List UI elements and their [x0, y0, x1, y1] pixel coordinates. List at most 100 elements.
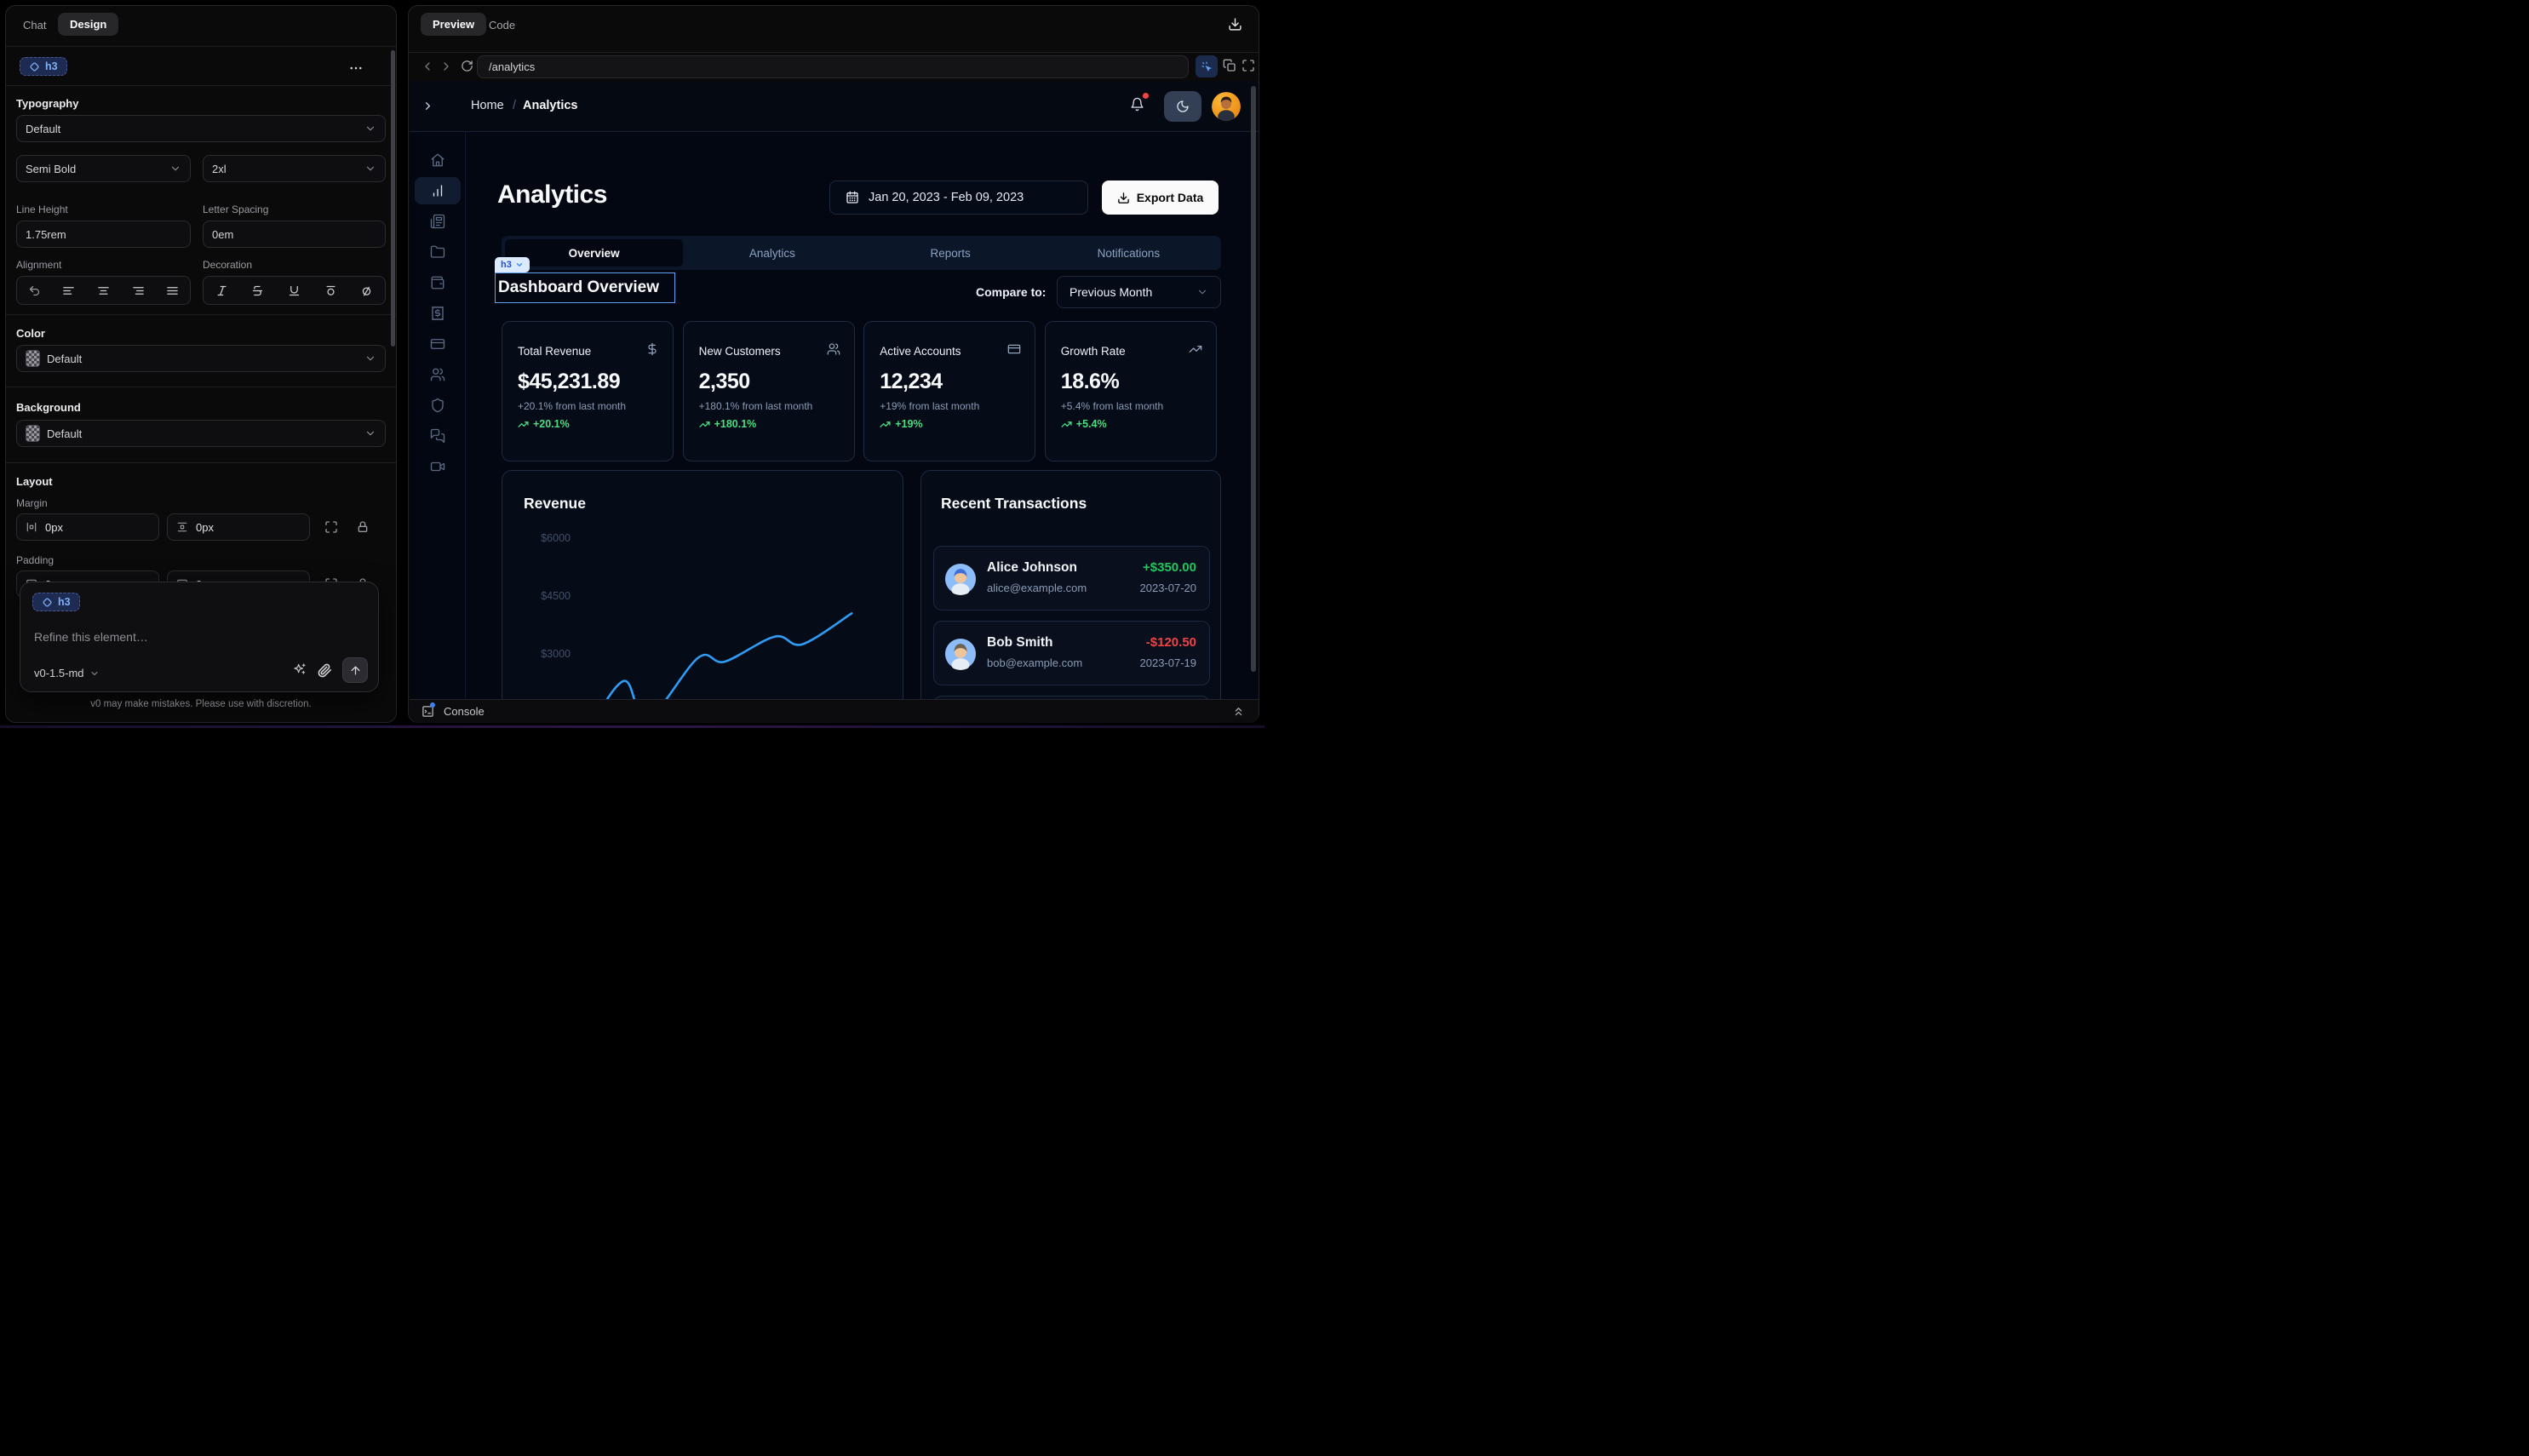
dashboard-tab-reports[interactable]: Reports [862, 239, 1040, 267]
sidebar-item-folder[interactable] [415, 238, 461, 266]
dashboard-tab-overview[interactable]: Overview [505, 239, 683, 267]
dark-mode-toggle[interactable] [1164, 91, 1201, 122]
sidebar-item-users[interactable] [415, 361, 461, 388]
transactions-title: Recent Transactions [941, 495, 1087, 513]
console-bar[interactable]: Console [410, 699, 1259, 723]
back-icon[interactable] [421, 60, 434, 73]
download-icon[interactable] [1228, 17, 1242, 32]
left-panel-scrollbar[interactable] [391, 50, 395, 347]
strikethrough-icon[interactable] [251, 284, 264, 297]
wallet-icon [430, 275, 445, 290]
user-avatar[interactable] [1212, 92, 1241, 121]
font-weight-select[interactable]: Semi Bold [16, 155, 191, 182]
composer-input[interactable]: Refine this element… [34, 630, 148, 644]
sidebar-item-home[interactable] [415, 146, 461, 174]
underline-icon[interactable] [288, 284, 301, 297]
bar-chart-icon [430, 183, 445, 198]
design-sidebar-panel: Chat Design h3 Typography Default Semi B… [5, 5, 397, 723]
margin-y-value: 0px [196, 521, 214, 534]
refresh-icon[interactable] [461, 60, 473, 72]
no-decoration-icon[interactable] [360, 284, 373, 297]
italic-icon[interactable] [215, 284, 228, 297]
stat-subtext: +20.1% from last month [518, 400, 626, 412]
sidebar-expand-icon[interactable] [422, 100, 434, 112]
date-range-button[interactable]: Jan 20, 2023 - Feb 09, 2023 [829, 181, 1088, 215]
chevrons-up-icon[interactable] [1232, 705, 1245, 718]
align-center-icon[interactable] [97, 284, 110, 297]
margin-y-input[interactable]: 0px [167, 513, 310, 541]
overline-icon[interactable] [324, 284, 337, 297]
forward-icon[interactable] [439, 60, 453, 73]
more-options-icon[interactable] [348, 60, 364, 76]
align-left-icon[interactable] [62, 284, 75, 297]
inspected-element-chip[interactable]: h3 [495, 257, 530, 272]
align-right-icon[interactable] [132, 284, 145, 297]
stat-label: Total Revenue [518, 345, 591, 358]
tab-design[interactable]: Design [58, 13, 118, 36]
line-height-input[interactable]: 1.75rem [16, 221, 191, 248]
transaction-name: Alice Johnson [987, 560, 1077, 576]
dashboard-tab-notifications[interactable]: Notifications [1040, 239, 1218, 267]
undo-icon[interactable] [28, 284, 41, 297]
line-height-label: Line Height [16, 203, 68, 215]
font-size-select[interactable]: 2xl [203, 155, 386, 182]
newspaper-icon [430, 214, 445, 229]
date-range-value: Jan 20, 2023 - Feb 09, 2023 [869, 191, 1024, 204]
model-select[interactable]: v0-1.5-md [34, 667, 100, 679]
selected-element-chip[interactable]: h3 [20, 57, 67, 76]
url-input[interactable]: /analytics [477, 55, 1189, 78]
tab-preview[interactable]: Preview [421, 13, 486, 36]
sparkles-icon[interactable] [293, 662, 307, 676]
fullscreen-icon[interactable] [1242, 59, 1255, 72]
console-label: Console [444, 705, 485, 718]
sidebar-item-credit-card[interactable] [415, 330, 461, 358]
sidebar-item-video[interactable] [415, 453, 461, 480]
background-select[interactable]: Default [16, 420, 386, 447]
align-justify-icon[interactable] [166, 284, 179, 297]
tab-code[interactable]: Code [489, 19, 515, 32]
stat-trend: +20.1% [518, 418, 570, 430]
credit-card-icon [1007, 342, 1021, 356]
bell-icon[interactable] [1130, 97, 1144, 112]
transaction-row[interactable]: Alice Johnsonalice@example.com+$350.0020… [933, 546, 1210, 610]
export-data-button[interactable]: Export Data [1102, 181, 1219, 215]
sidebar-item-receipt[interactable] [415, 300, 461, 327]
tab-chat[interactable]: Chat [23, 19, 46, 32]
font-select[interactable]: Default [16, 115, 386, 142]
send-button[interactable] [342, 657, 368, 683]
url-value: /analytics [489, 60, 535, 73]
stat-label: Growth Rate [1061, 345, 1126, 358]
sidebar-item-newspaper[interactable] [415, 208, 461, 235]
compare-select[interactable]: Previous Month [1057, 276, 1221, 308]
color-select[interactable]: Default [16, 345, 386, 372]
arrow-up-icon [349, 664, 362, 677]
alignment-label: Alignment [16, 259, 61, 271]
inspect-cursor-button[interactable] [1196, 55, 1218, 77]
paperclip-icon[interactable] [318, 663, 332, 678]
selected-heading-element[interactable]: Dashboard Overview [495, 272, 675, 303]
stat-subtext: +19% from last month [880, 400, 979, 412]
copy-icon[interactable] [1223, 59, 1236, 72]
transaction-row[interactable]: Bob Smithbob@example.com-$120.502023-07-… [933, 621, 1210, 685]
pointer-click-icon [1201, 60, 1213, 73]
letter-spacing-input[interactable]: 0em [203, 221, 386, 248]
sidebar-item-bar-chart[interactable] [415, 177, 461, 204]
font-weight-value: Semi Bold [26, 163, 76, 175]
dashboard-tab-analytics[interactable]: Analytics [683, 239, 861, 267]
expand-margin-icon[interactable] [324, 520, 338, 534]
margin-x-input[interactable]: 0px [16, 513, 159, 541]
composer-element-chip[interactable]: h3 [32, 593, 80, 611]
stat-subtext: +180.1% from last month [699, 400, 813, 412]
sidebar-item-wallet[interactable] [415, 269, 461, 296]
breadcrumb-home[interactable]: Home [471, 99, 504, 112]
sidebar-item-shield[interactable] [415, 392, 461, 419]
lock-margin-icon[interactable] [356, 520, 370, 534]
preview-scrollbar[interactable] [1251, 86, 1256, 672]
stat-card-growth-rate: Growth Rate18.6%+5.4% from last month+5.… [1045, 321, 1217, 461]
background-value: Default [47, 427, 82, 440]
sidebar-item-messages[interactable] [415, 422, 461, 450]
layout-section-title: Layout [16, 475, 53, 488]
color-value: Default [47, 353, 82, 365]
stat-subtext: +5.4% from last month [1061, 400, 1163, 412]
stat-value: 12,234 [880, 370, 942, 394]
